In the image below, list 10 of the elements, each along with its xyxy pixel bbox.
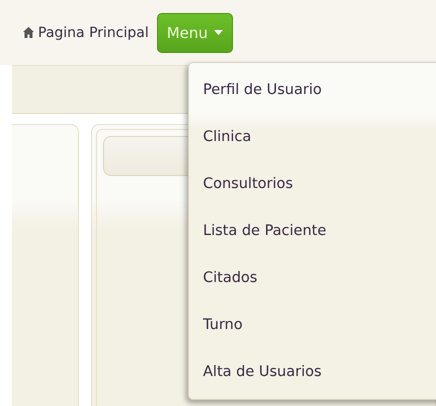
menu-item[interactable]: Alta de Usuarios xyxy=(189,349,436,396)
menu-item[interactable]: Perfil de Usuario xyxy=(189,67,436,114)
home-link[interactable]: Pagina Principal xyxy=(23,24,149,40)
menu-item[interactable]: Turno xyxy=(189,302,436,349)
home-icon xyxy=(23,27,34,38)
menu-item[interactable]: Clinica xyxy=(189,114,436,161)
menu-item[interactable]: Consultorios xyxy=(189,161,436,208)
menu-item[interactable]: Citados xyxy=(189,255,436,302)
caret-icon xyxy=(214,30,223,35)
menu-item[interactable]: Lista de Paciente xyxy=(189,208,436,255)
